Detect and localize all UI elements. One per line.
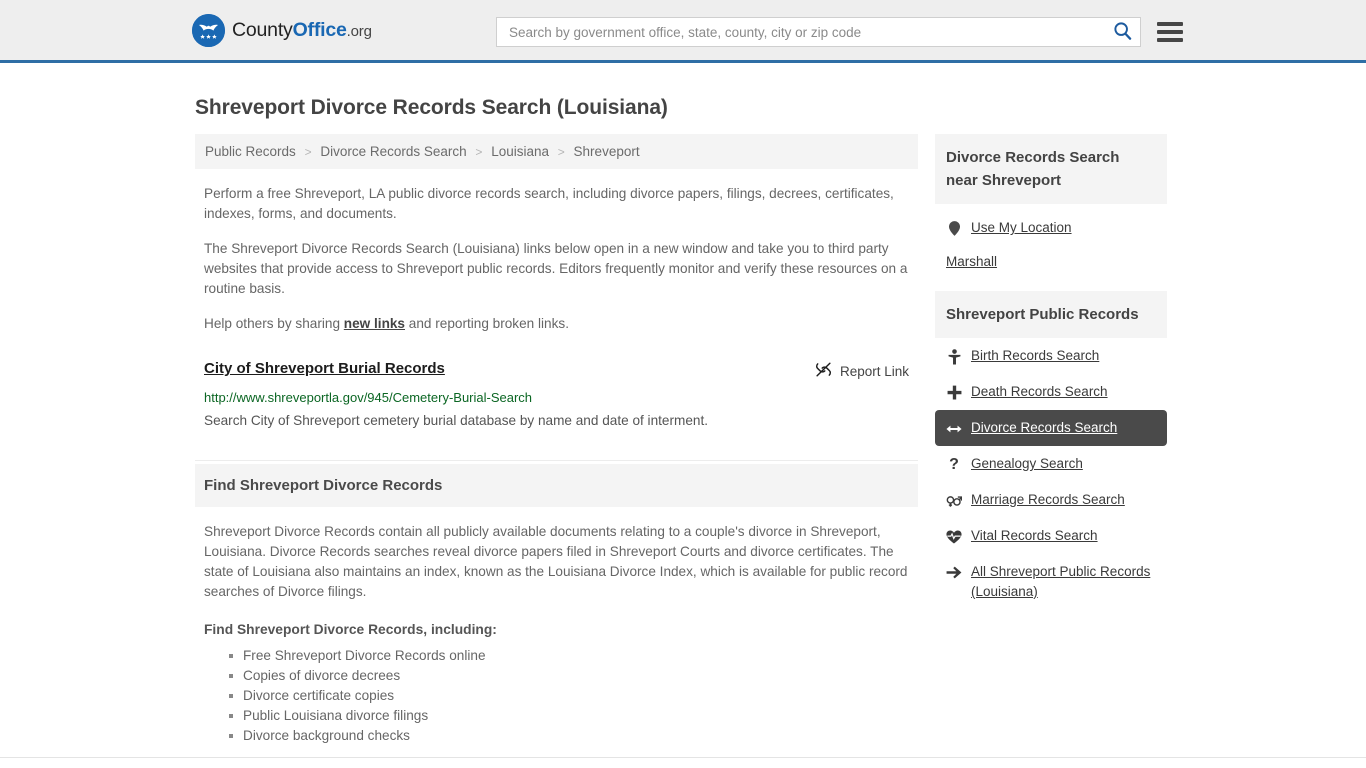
result-header-row: City of Shreveport Burial Records Report… (204, 360, 910, 381)
site-logo[interactable]: CountyOffice.org (192, 13, 372, 47)
find-records-body: Shreveport Divorce Records contain all p… (204, 524, 908, 599)
result-url: http://www.shreveportla.gov/945/Cemetery… (204, 390, 533, 405)
sidebar-item-death-records-search[interactable]: Death Records Search (935, 374, 1167, 410)
eagle-shield-logo-icon (192, 13, 225, 47)
page-title: Shreveport Divorce Records Search (Louis… (195, 96, 668, 119)
sidebar: Divorce Records Search near Shreveport U… (935, 134, 1167, 610)
result-title-link[interactable]: City of Shreveport Burial Records (204, 360, 445, 377)
breadcrumb-item-shreveport[interactable]: Shreveport (574, 144, 640, 159)
report-link-label: Report Link (839, 363, 909, 379)
sidebar-item-label: Vital Records Search (971, 528, 1098, 543)
search-input[interactable] (507, 23, 1111, 41)
use-my-location-link[interactable]: Use My Location (935, 204, 1167, 246)
breadcrumb-item-louisiana[interactable]: Louisiana (491, 144, 549, 159)
hamburger-menu-icon[interactable] (1157, 22, 1183, 42)
breadcrumb-separator: > (475, 145, 483, 159)
list-item: Copies of divorce decrees (229, 666, 918, 686)
breadcrumb-separator: > (304, 145, 312, 159)
child-icon (946, 348, 962, 365)
nearby-panel-heading: Divorce Records Search near Shreveport (935, 134, 1167, 204)
breadcrumb: Public Records > Divorce Records Search … (195, 134, 918, 169)
result-description: Search City of Shreveport cemetery buria… (204, 413, 708, 428)
sidebar-item-marriage-records-search[interactable]: Marriage Records Search (935, 482, 1167, 518)
footer-divider (0, 757, 1366, 758)
sidebar-item-label: Birth Records Search (971, 348, 1100, 363)
search-button[interactable] (1111, 21, 1134, 43)
intro-paragraph-2: The Shreveport Divorce Records Search (L… (204, 241, 908, 296)
result-item: City of Shreveport Burial Records Report… (195, 360, 918, 430)
section-divider (195, 460, 918, 461)
search-icon (1113, 21, 1132, 43)
sidebar-item-all-public-records[interactable]: All Shreveport Public Records (Louisiana… (935, 554, 1167, 610)
arrows-left-right-icon (946, 420, 962, 437)
question-mark-icon: ? (949, 455, 959, 473)
sidebar-item-birth-records-search[interactable]: Birth Records Search (935, 338, 1167, 374)
map-pin-icon (946, 220, 962, 237)
report-link-button[interactable]: Report Link (815, 361, 909, 381)
breadcrumb-separator: > (557, 145, 565, 159)
use-my-location-label: Use My Location (971, 220, 1072, 235)
find-records-list-heading: Find Shreveport Divorce Records, includi… (204, 622, 497, 637)
sidebar-item-label: Marriage Records Search (971, 492, 1125, 507)
public-records-heading: Shreveport Public Records (935, 291, 1167, 338)
header-search-area (496, 17, 1183, 47)
plus-cross-icon (946, 384, 962, 401)
breadcrumb-item-public-records[interactable]: Public Records (205, 144, 296, 159)
share-text-after: and reporting broken links. (405, 316, 569, 331)
venus-mars-icon (946, 492, 962, 509)
public-records-list: Birth Records Search Death Records Searc… (935, 338, 1167, 610)
find-records-bullet-list: Free Shreveport Divorce Records online C… (195, 646, 918, 746)
sidebar-item-genealogy-search[interactable]: ? Genealogy Search (935, 446, 1167, 482)
content-container: Shreveport Divorce Records Search (Louis… (195, 96, 1170, 746)
public-records-panel: Shreveport Public Records Birth Records … (935, 291, 1167, 610)
content-columns: Public Records > Divorce Records Search … (195, 134, 1170, 746)
new-links-link[interactable]: new links (344, 316, 405, 331)
sidebar-item-label: All Shreveport Public Records (Louisiana… (971, 564, 1151, 599)
intro-paragraph-3: Help others by sharing new links and rep… (195, 314, 918, 334)
share-text-before: Help others by sharing (204, 316, 344, 331)
nearby-panel: Divorce Records Search near Shreveport U… (935, 134, 1167, 277)
site-header: CountyOffice.org (0, 0, 1366, 63)
find-records-heading: Find Shreveport Divorce Records (195, 464, 918, 507)
heartbeat-icon (946, 528, 962, 545)
list-item: Divorce certificate copies (229, 686, 918, 706)
nearby-place-label[interactable]: Marshall (946, 254, 997, 269)
intro-paragraph-1: Perform a free Shreveport, LA public div… (204, 186, 894, 221)
sidebar-item-label: Genealogy Search (971, 456, 1083, 471)
list-item: Divorce background checks (229, 726, 918, 746)
sidebar-item-divorce-records-search[interactable]: Divorce Records Search (935, 410, 1167, 446)
breadcrumb-item-divorce-records-search[interactable]: Divorce Records Search (320, 144, 466, 159)
logo-wordmark: CountyOffice.org (232, 19, 372, 42)
sidebar-item-vital-records-search[interactable]: Vital Records Search (935, 518, 1167, 554)
sidebar-item-label: Death Records Search (971, 384, 1108, 399)
sidebar-item-label: Divorce Records Search (971, 420, 1118, 435)
main-column: Public Records > Divorce Records Search … (195, 134, 918, 746)
page-body: Shreveport Divorce Records Search (Louis… (0, 63, 1366, 758)
broken-link-icon (815, 361, 832, 381)
nearby-place-marshall[interactable]: Marshall (935, 246, 1167, 277)
arrow-right-icon (946, 564, 962, 581)
list-item: Free Shreveport Divorce Records online (229, 646, 918, 666)
logo-text-county: County (232, 18, 293, 41)
search-box[interactable] (496, 17, 1141, 47)
list-item: Public Louisiana divorce filings (229, 706, 918, 726)
logo-text-office: Office (292, 18, 347, 41)
logo-text-org: .org (346, 22, 372, 40)
